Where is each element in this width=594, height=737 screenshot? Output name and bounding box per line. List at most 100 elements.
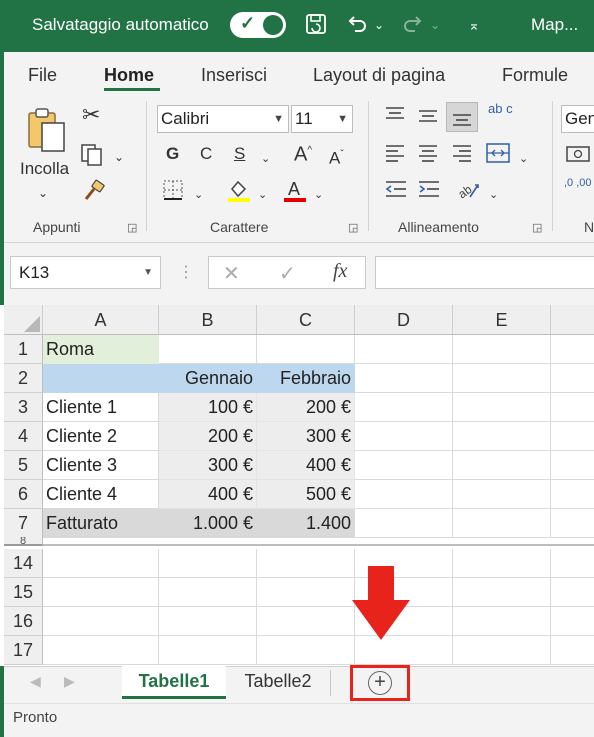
paste-dropdown-icon[interactable]: ⌄ [38, 183, 48, 203]
scroll-left-icon[interactable]: ◀ [30, 673, 41, 690]
paste-icon[interactable] [26, 107, 68, 158]
cell-a15[interactable] [43, 578, 159, 607]
merge-center-icon[interactable] [485, 141, 511, 170]
orientation-icon[interactable]: ab [455, 177, 482, 206]
font-launcher-icon[interactable]: ◲ [348, 221, 358, 234]
cell-e14[interactable] [453, 549, 551, 578]
row-header-17[interactable]: 17 [4, 636, 43, 665]
column-header-c[interactable]: C [257, 305, 355, 335]
align-right-icon[interactable] [451, 143, 473, 168]
cell-e5[interactable] [453, 451, 551, 480]
cell-d7[interactable] [355, 509, 453, 538]
cell-a4[interactable]: Cliente 2 [43, 422, 159, 451]
cell-b7[interactable]: 1.000 € [159, 509, 257, 538]
select-all-corner[interactable] [4, 305, 43, 335]
cell-e3[interactable] [453, 393, 551, 422]
wrap-text-icon[interactable]: ab c [488, 102, 513, 115]
cell-f2[interactable] [551, 364, 594, 393]
cell-a7[interactable]: Fatturato [43, 509, 159, 538]
save-icon[interactable] [302, 12, 330, 38]
bold-button[interactable]: G [166, 144, 179, 164]
cell-a17[interactable] [43, 636, 159, 665]
cell-a1[interactable]: Roma [43, 335, 159, 364]
decrease-indent-icon[interactable] [384, 179, 408, 204]
row-header-3[interactable]: 3 [4, 393, 43, 422]
cell-f17[interactable] [551, 636, 594, 665]
cell-c16[interactable] [257, 607, 355, 636]
cell-c14[interactable] [257, 549, 355, 578]
cell-c7[interactable]: 1.400 [257, 509, 355, 538]
cell-c4[interactable]: 300 € [257, 422, 355, 451]
column-header-a[interactable]: A [43, 305, 159, 335]
row-header-7[interactable]: 7 [4, 509, 43, 538]
cell-b6[interactable]: 400 € [159, 480, 257, 509]
font-color-icon[interactable]: A [282, 177, 308, 208]
orientation-dropdown-icon[interactable]: ⌄ [489, 185, 498, 205]
alignment-launcher-icon[interactable]: ◲ [532, 221, 542, 234]
cell-f15[interactable] [551, 578, 594, 607]
cell-b4[interactable]: 200 € [159, 422, 257, 451]
decrease-decimal-icon[interactable]: ,0 ,00 [564, 177, 594, 189]
sheet-tab-tabelle1[interactable]: Tabelle1 [122, 666, 226, 699]
cell-e2[interactable] [453, 364, 551, 393]
cut-icon[interactable]: ✂ [82, 104, 100, 126]
align-top-icon[interactable] [384, 105, 406, 130]
cell-c3[interactable]: 200 € [257, 393, 355, 422]
align-center-icon[interactable] [417, 143, 439, 168]
customize-toolbar-icon[interactable]: ⌅ [464, 12, 484, 38]
row-header-5[interactable]: 5 [4, 451, 43, 480]
grow-font-icon[interactable]: A^ [294, 141, 312, 165]
cell-f1[interactable] [551, 335, 594, 364]
tab-page-layout[interactable]: Layout di pagina [313, 65, 445, 86]
cell-b15[interactable] [159, 578, 257, 607]
cell-d5[interactable] [355, 451, 453, 480]
font-size-combo[interactable]: 11 ▼ [291, 105, 353, 133]
align-middle-icon[interactable] [417, 105, 439, 130]
cell-f16[interactable] [551, 607, 594, 636]
cell-b3[interactable]: 100 € [159, 393, 257, 422]
cell-a2[interactable] [43, 364, 159, 393]
fill-color-dropdown-icon[interactable]: ⌄ [258, 185, 267, 205]
row-header-14[interactable]: 14 [4, 549, 43, 578]
row-header-15[interactable]: 15 [4, 578, 43, 607]
tab-insert[interactable]: Inserisci [201, 65, 267, 86]
underline-dropdown-icon[interactable]: ⌄ [261, 149, 270, 169]
cell-a6[interactable]: Cliente 4 [43, 480, 159, 509]
cell-e16[interactable] [453, 607, 551, 636]
sheet-tab-tabelle2[interactable]: Tabelle2 [230, 666, 326, 699]
underline-button[interactable]: S [234, 144, 245, 164]
cell-d2[interactable] [355, 364, 453, 393]
row-header-2[interactable]: 2 [4, 364, 43, 393]
cell-e15[interactable] [453, 578, 551, 607]
font-name-combo[interactable]: Calibri ▼ [157, 105, 289, 133]
column-header-b[interactable]: B [159, 305, 257, 335]
cell-e1[interactable] [453, 335, 551, 364]
cell-a16[interactable] [43, 607, 159, 636]
cell-a5[interactable]: Cliente 3 [43, 451, 159, 480]
hidden-rows-indicator[interactable]: 8 [4, 537, 43, 546]
copy-icon[interactable] [80, 143, 106, 172]
row-header-6[interactable]: 6 [4, 480, 43, 509]
cell-c5[interactable]: 400 € [257, 451, 355, 480]
undo-icon[interactable] [344, 12, 370, 38]
cell-d6[interactable] [355, 480, 453, 509]
cell-e17[interactable] [453, 636, 551, 665]
row-header-4[interactable]: 4 [4, 422, 43, 451]
redo-dropdown-icon[interactable]: ⌄ [428, 12, 442, 38]
row-header-16[interactable]: 16 [4, 607, 43, 636]
borders-icon[interactable] [162, 179, 184, 206]
italic-button[interactable]: C [200, 144, 212, 164]
cell-f14[interactable] [551, 549, 594, 578]
cell-c17[interactable] [257, 636, 355, 665]
cell-d3[interactable] [355, 393, 453, 422]
cell-c15[interactable] [257, 578, 355, 607]
cell-b16[interactable] [159, 607, 257, 636]
cell-f5[interactable] [551, 451, 594, 480]
row-header-1[interactable]: 1 [4, 335, 43, 364]
undo-dropdown-icon[interactable]: ⌄ [372, 12, 386, 38]
cell-a14[interactable] [43, 549, 159, 578]
cell-f4[interactable] [551, 422, 594, 451]
cell-c2[interactable]: Febbraio [257, 364, 355, 393]
cell-f3[interactable] [551, 393, 594, 422]
autosave-toggle[interactable]: ✓ [230, 12, 286, 38]
